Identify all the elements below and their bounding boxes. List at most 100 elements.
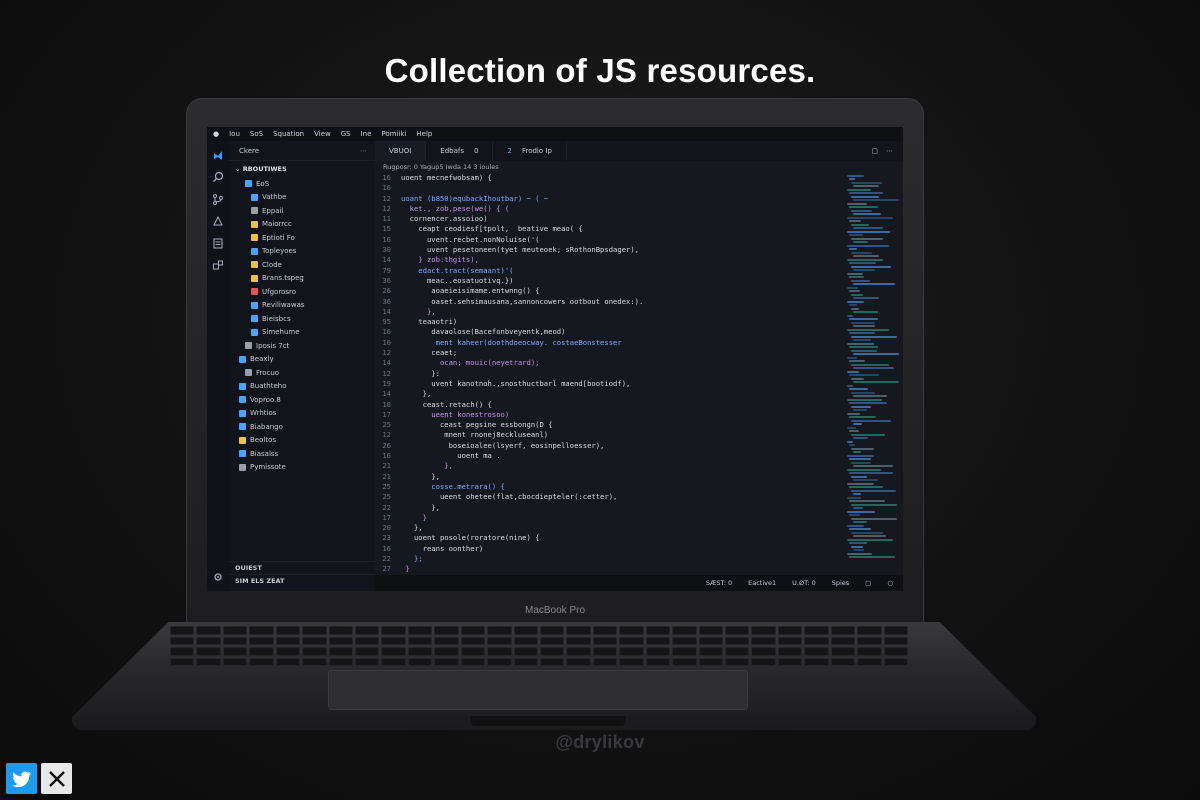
file-tree-item[interactable]: Frocuo <box>229 366 375 380</box>
code-line: 21 }, <box>375 461 843 471</box>
more-icon[interactable]: ⋯ <box>360 147 367 155</box>
file-tree-item[interactable]: Beaxly <box>229 353 375 367</box>
search-icon[interactable] <box>212 171 224 183</box>
keyboard-key <box>645 647 671 656</box>
file-tree-item[interactable]: Pymissote <box>229 461 375 475</box>
code-line: 25 ceast pegsine essbongn(D { <box>375 420 843 430</box>
minimap-line <box>851 195 879 198</box>
editor-tab[interactable]: VBUOI <box>375 141 427 161</box>
keyboard-key <box>381 636 406 645</box>
minimap[interactable] <box>847 173 899 575</box>
menu-item[interactable]: View <box>314 130 331 138</box>
line-number: 20 <box>382 523 391 533</box>
minimap-line <box>851 517 897 520</box>
feedback-icon[interactable]: ○ <box>887 579 893 587</box>
settings-gear-icon[interactable] <box>212 571 224 583</box>
author-watermark: @drylikov <box>555 732 645 752</box>
file-tree-item[interactable]: Voproo.8 <box>229 393 375 407</box>
minimap-line <box>847 258 883 261</box>
keyboard-key <box>487 657 512 666</box>
editor-tab[interactable]: Edbafs 0 <box>426 141 494 161</box>
menu-item[interactable]: Squation <box>273 130 304 138</box>
minimap-line <box>849 486 883 488</box>
sidebar-footer: OUIEST SIM ELS ZEAT <box>229 561 375 587</box>
keyboard-key <box>275 626 301 635</box>
code-line: 16 uoent ma . <box>375 451 843 461</box>
sidebar-search[interactable]: Ckere ⋯ <box>229 141 375 161</box>
minimap-line <box>853 451 861 453</box>
keyboard-key <box>883 647 908 656</box>
file-tree-item[interactable]: Eppail <box>229 204 375 218</box>
minimap-line <box>853 283 895 285</box>
minimap-line <box>853 311 878 313</box>
status-item[interactable]: Spies <box>832 579 849 587</box>
file-tree-item[interactable]: Iposis 7ct <box>229 339 375 353</box>
menu-item[interactable]: Pomiiki <box>381 130 406 138</box>
menu-item[interactable]: Iou <box>229 130 240 138</box>
explorer-sidebar: Ckere ⋯ ⌄ RBOUTIWES EoS Vathbe Eppail Maior… <box>229 141 375 591</box>
file-name: Beoltos <box>250 436 277 445</box>
file-tree-item[interactable]: Eptioti Fo <box>229 231 375 245</box>
notifications-icon[interactable]: ▢ <box>865 579 871 587</box>
breadcrumb[interactable]: Rugposr: 0 Yagup5 Iwda 14 3 ioules <box>375 161 843 173</box>
split-editor-icon[interactable]: ▢ <box>871 147 878 155</box>
device-label: MacBook Pro <box>524 605 586 616</box>
file-tree-item[interactable]: Biasalss <box>229 447 375 461</box>
editor-tab[interactable]: 2 Frodio Ip <box>493 141 567 161</box>
file-tree-item[interactable]: Buathteho <box>229 380 375 394</box>
file-tree-item[interactable]: Beoltos <box>229 434 375 448</box>
line-number: 12 <box>382 348 391 358</box>
file-tree-item[interactable]: Reviliwawas <box>229 299 375 313</box>
file-tree-item[interactable]: EoS <box>229 177 375 191</box>
code-text: }, <box>401 306 436 316</box>
file-tree-item[interactable]: Vathbe <box>229 191 375 205</box>
source-control-icon[interactable] <box>212 193 224 205</box>
more-actions-icon[interactable]: ⋯ <box>886 147 893 155</box>
line-number: 17 <box>382 409 391 419</box>
extensions-icon[interactable] <box>212 259 224 271</box>
file-tree-item[interactable]: Wrhtios <box>229 407 375 421</box>
file-tree-item[interactable]: Topleyoes <box>229 245 375 259</box>
minimap-line <box>851 475 868 478</box>
debug-icon[interactable] <box>212 215 224 227</box>
file-tree-item[interactable]: Bieisbcs <box>229 312 375 326</box>
explorer-icon[interactable] <box>212 237 224 249</box>
tab-label: Frodio Ip <box>521 147 552 155</box>
file-icon <box>251 261 258 269</box>
file-tree-item[interactable]: Biabango <box>229 420 375 434</box>
keyboard-key <box>804 657 829 666</box>
line-number: 36 <box>382 296 391 306</box>
apple-icon[interactable]: ● <box>213 130 219 138</box>
sidebar-footer-section[interactable]: SIM ELS ZEAT <box>229 574 375 587</box>
file-tree-item[interactable]: Ufgorosro <box>229 285 375 299</box>
file-name: Frocuo <box>256 368 280 377</box>
file-icon <box>251 274 258 282</box>
vscode-logo-icon[interactable] <box>212 149 224 161</box>
menu-item[interactable]: SoS <box>250 130 263 138</box>
code-text: uoent posole(roratore(nine) { <box>401 533 540 543</box>
menu-item[interactable]: Ine <box>361 130 372 138</box>
code-line: 26 aoaeieisimame.entwnng() { <box>375 286 843 296</box>
explorer-section-title[interactable]: ⌄ RBOUTIWES <box>229 161 375 177</box>
keyboard-key <box>355 647 380 656</box>
code-editor[interactable]: 16 uoent mecnefwobsam) {16 12 uoant (b850)e… <box>375 173 843 575</box>
keyboard-key <box>566 636 591 645</box>
file-tree-item[interactable]: Simehume <box>229 326 375 340</box>
status-item[interactable]: U.ØT: 0 <box>792 579 816 587</box>
status-item[interactable]: SÆST: 0 <box>706 579 732 587</box>
keyboard-key <box>249 647 274 656</box>
menu-item[interactable]: Help <box>416 130 432 138</box>
twitter-icon[interactable] <box>6 763 37 794</box>
sidebar-footer-section[interactable]: OUIEST <box>229 561 375 574</box>
menu-item[interactable]: GS <box>341 130 351 138</box>
minimap-line <box>847 440 853 443</box>
file-tree-item[interactable]: Maiorrcc <box>229 218 375 232</box>
status-item[interactable]: Eactive1 <box>748 579 776 587</box>
code-text: ket., zob,pese(we() { ( <box>401 203 510 213</box>
file-tree-item[interactable]: Clode <box>229 258 375 272</box>
file-tree-item[interactable]: Brans.tspeg <box>229 272 375 286</box>
keyboard-key <box>592 636 618 645</box>
x-icon[interactable] <box>41 763 72 794</box>
line-number: 21 <box>382 471 391 481</box>
minimap-line <box>849 276 865 278</box>
